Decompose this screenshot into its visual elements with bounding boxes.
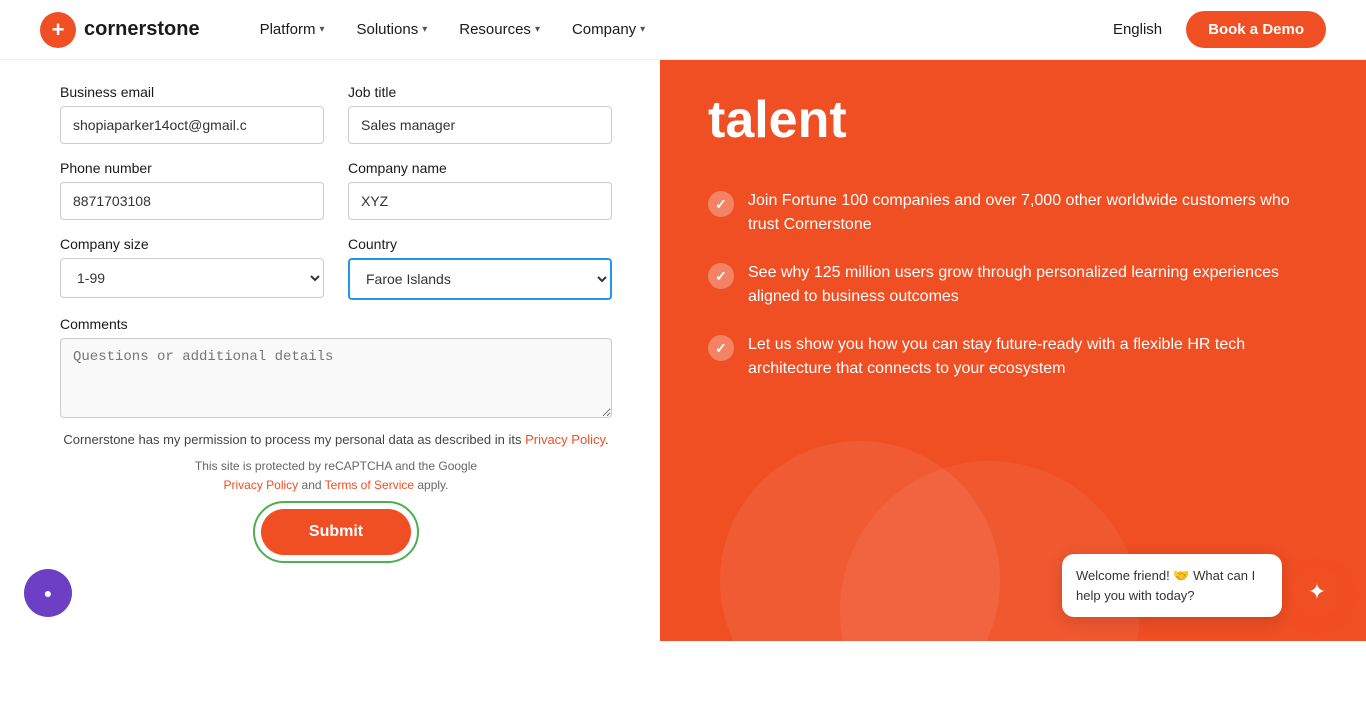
- submit-button[interactable]: Submit: [261, 509, 411, 555]
- comments-label: Comments: [60, 316, 612, 332]
- benefit-item: Let us show you how you can stay future-…: [708, 333, 1310, 381]
- row-email-jobtitle: Business email Job title: [60, 84, 612, 144]
- book-demo-button[interactable]: Book a Demo: [1186, 11, 1326, 48]
- phone-input[interactable]: [60, 182, 324, 220]
- phone-label: Phone number: [60, 160, 324, 176]
- privacy-policy-link[interactable]: Privacy Policy: [525, 432, 605, 447]
- company-size-group: Company size 1-99 100-499 500-999 1000+: [60, 236, 324, 300]
- row-phone-company: Phone number Company name: [60, 160, 612, 220]
- company-name-group: Company name: [348, 160, 612, 220]
- country-select[interactable]: Faroe Islands United States United Kingd…: [348, 258, 612, 300]
- business-email-group: Business email: [60, 84, 324, 144]
- country-group: Country Faroe Islands United States Unit…: [348, 236, 612, 300]
- check-icon: [708, 335, 734, 361]
- logo[interactable]: cornerstone: [40, 12, 200, 48]
- chat-widget: Welcome friend! 🤝 What can I help you wi…: [1062, 554, 1342, 617]
- consent-text: Cornerstone has my permission to process…: [60, 430, 612, 451]
- benefit-text: Let us show you how you can stay future-…: [748, 333, 1310, 381]
- business-email-label: Business email: [60, 84, 324, 100]
- chevron-down-icon: ▾: [319, 24, 324, 35]
- navigation: cornerstone Platform ▾ Solutions ▾ Resou…: [0, 0, 1366, 60]
- nav-right: English Book a Demo: [1113, 11, 1326, 48]
- company-name-label: Company name: [348, 160, 612, 176]
- company-size-label: Company size: [60, 236, 324, 252]
- company-size-select[interactable]: 1-99 100-499 500-999 1000+: [60, 258, 324, 298]
- logo-text: cornerstone: [84, 18, 200, 41]
- check-icon: [708, 263, 734, 289]
- nav-solutions[interactable]: Solutions ▾: [356, 21, 427, 38]
- nav-platform[interactable]: Platform ▾: [260, 21, 325, 38]
- benefit-text: Join Fortune 100 companies and over 7,00…: [748, 189, 1310, 237]
- chevron-down-icon: ▾: [422, 24, 427, 35]
- terms-of-service-link[interactable]: Terms of Service: [325, 478, 414, 492]
- accessibility-icon[interactable]: [24, 569, 72, 617]
- benefit-item: See why 125 million users grow through p…: [708, 261, 1310, 309]
- panel-title: talent: [708, 92, 1310, 149]
- job-title-input[interactable]: [348, 106, 612, 144]
- form-panel: Business email Job title Phone number Co…: [0, 60, 660, 641]
- benefit-list: Join Fortune 100 companies and over 7,00…: [708, 189, 1310, 381]
- nav-resources[interactable]: Resources ▾: [459, 21, 540, 38]
- phone-group: Phone number: [60, 160, 324, 220]
- job-title-label: Job title: [348, 84, 612, 100]
- recaptcha-text: This site is protected by reCAPTCHA and …: [60, 457, 612, 495]
- country-label: Country: [348, 236, 612, 252]
- chat-icon[interactable]: ✦: [1292, 567, 1342, 617]
- business-email-input[interactable]: [60, 106, 324, 144]
- benefit-item: Join Fortune 100 companies and over 7,00…: [708, 189, 1310, 237]
- chat-bubble: Welcome friend! 🤝 What can I help you wi…: [1062, 554, 1282, 617]
- check-icon: [708, 191, 734, 217]
- submit-btn-container: Submit: [261, 509, 411, 555]
- comments-textarea[interactable]: [60, 338, 612, 418]
- job-title-group: Job title: [348, 84, 612, 144]
- company-name-input[interactable]: [348, 182, 612, 220]
- nav-links: Platform ▾ Solutions ▾ Resources ▾ Compa…: [260, 21, 1113, 38]
- logo-icon: [40, 12, 76, 48]
- benefit-text: See why 125 million users grow through p…: [748, 261, 1310, 309]
- comments-group: Comments: [60, 316, 612, 418]
- chat-message: Welcome friend! 🤝 What can I help you wi…: [1076, 568, 1255, 603]
- privacy-policy-link2[interactable]: Privacy Policy: [224, 478, 299, 492]
- submit-wrapper: Submit: [60, 509, 612, 555]
- chevron-down-icon: ▾: [640, 24, 645, 35]
- row-size-country: Company size 1-99 100-499 500-999 1000+ …: [60, 236, 612, 300]
- language-selector[interactable]: English: [1113, 21, 1162, 38]
- nav-company[interactable]: Company ▾: [572, 21, 645, 38]
- chevron-down-icon: ▾: [535, 24, 540, 35]
